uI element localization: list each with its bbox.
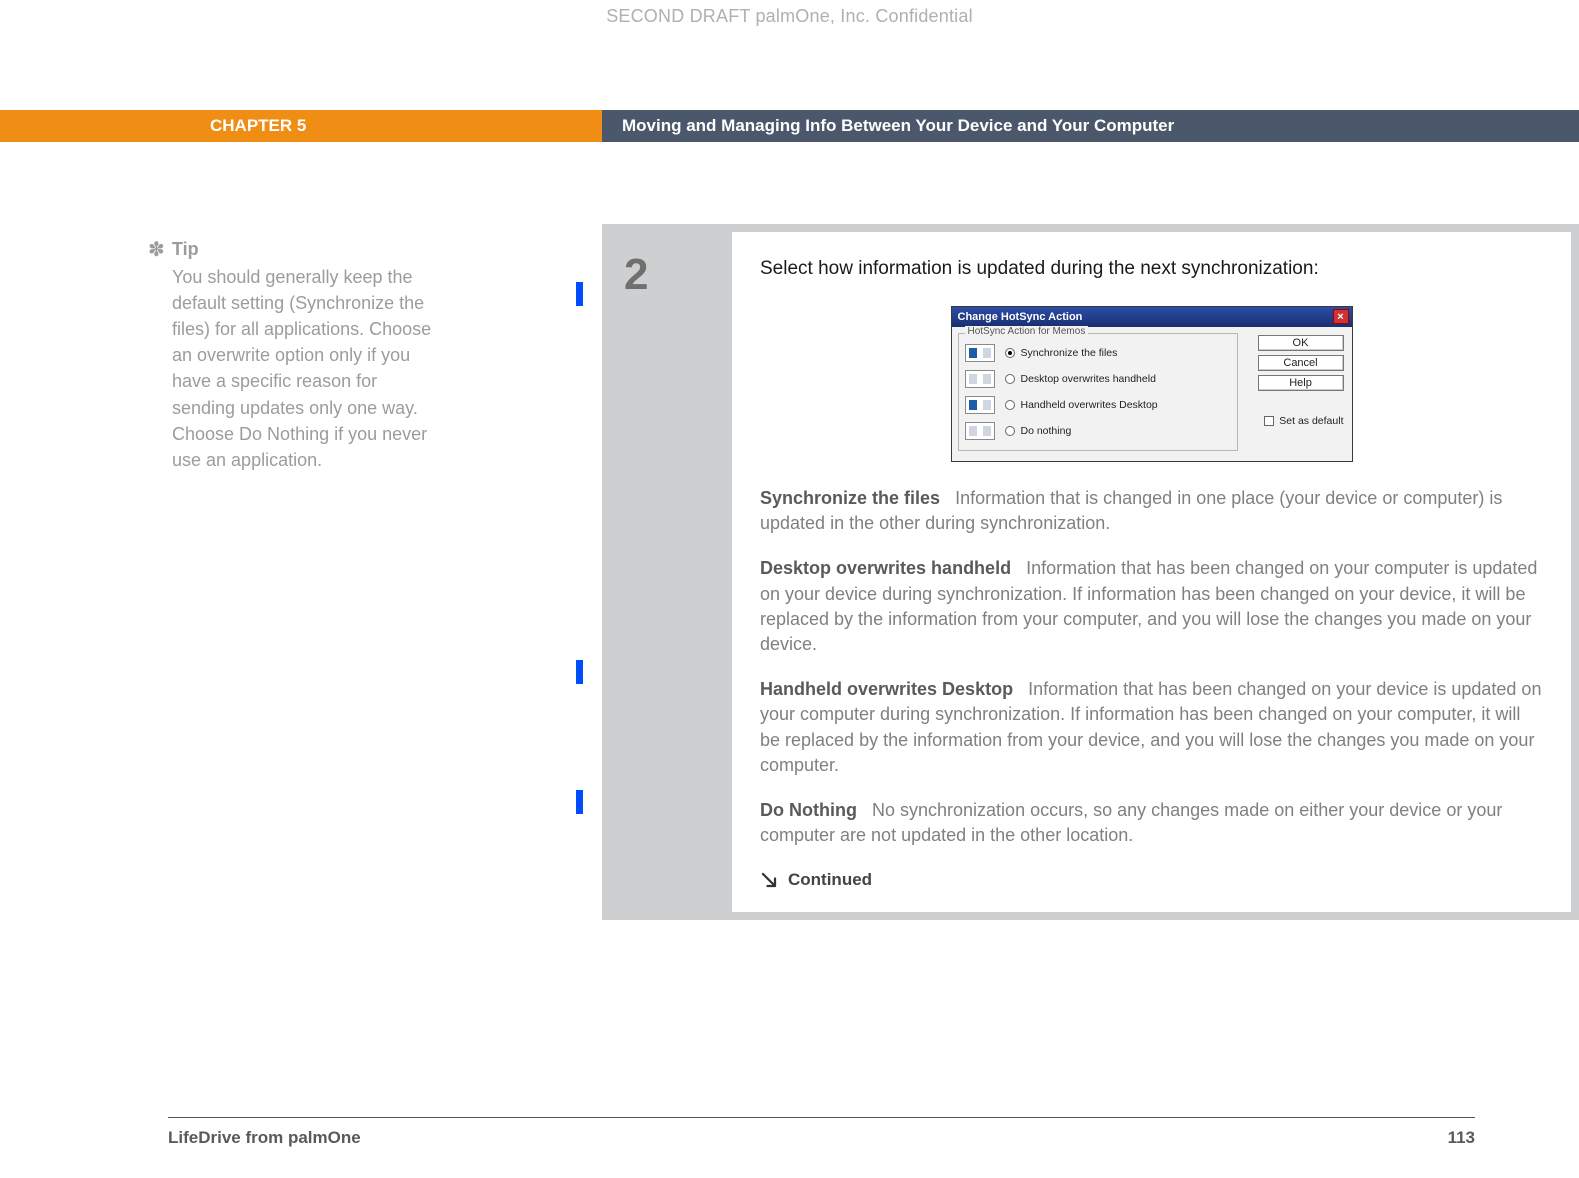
cancel-button[interactable]: Cancel — [1258, 355, 1344, 371]
step-lead: Select how information is updated during… — [760, 258, 1543, 280]
continued-indicator: Continued — [760, 870, 1543, 890]
tip-body: You should generally keep the default se… — [172, 267, 431, 470]
desc-handheld: Handheld overwrites Desktop Information … — [760, 677, 1543, 778]
dialog-title: Change HotSync Action — [958, 311, 1083, 323]
dialog-title-bar: Change HotSync Action × — [952, 307, 1352, 327]
footer-rule — [168, 1117, 1475, 1118]
chapter-title: Moving and Managing Info Between Your De… — [602, 110, 1579, 142]
radio-icon[interactable] — [1005, 426, 1015, 436]
desc-label: Synchronize the files — [760, 488, 940, 508]
desc-label: Handheld overwrites Desktop — [760, 679, 1013, 699]
set-default-checkbox[interactable]: Set as default — [1264, 415, 1343, 427]
continued-label: Continued — [788, 870, 872, 890]
radio-icon[interactable] — [1005, 374, 1015, 384]
sync-direction-icon — [965, 396, 995, 414]
step-container: 2 Select how information is updated duri… — [602, 224, 1579, 920]
close-icon[interactable]: × — [1333, 309, 1349, 324]
step-number-cell: 2 — [610, 232, 732, 912]
option-row-nothing[interactable]: Do nothing — [965, 418, 1231, 444]
confidential-header: SECOND DRAFT palmOne, Inc. Confidential — [0, 6, 1579, 27]
page-footer: LifeDrive from palmOne 113 — [168, 1128, 1475, 1148]
step-number: 2 — [624, 250, 732, 300]
revision-bar-icon — [576, 282, 583, 306]
option-row-sync[interactable]: Synchronize the files — [965, 340, 1231, 366]
footer-page-number: 113 — [1448, 1128, 1475, 1148]
page: SECOND DRAFT palmOne, Inc. Confidential … — [0, 0, 1579, 1178]
option-label: Do nothing — [1021, 425, 1072, 437]
step-body: Select how information is updated during… — [732, 232, 1571, 912]
dialog-screenshot: Change HotSync Action × HotSync Action f… — [760, 306, 1543, 462]
desc-text: No synchronization occurs, so any change… — [760, 800, 1502, 845]
chapter-banner: CHAPTER 5 Moving and Managing Info Betwe… — [0, 110, 1579, 142]
radio-icon[interactable] — [1005, 400, 1015, 410]
desc-nothing: Do Nothing No synchronization occurs, so… — [760, 798, 1543, 848]
sync-direction-icon — [965, 370, 995, 388]
tip-label: Tip — [172, 236, 432, 262]
sync-direction-icon — [965, 344, 995, 362]
radio-icon[interactable] — [1005, 348, 1015, 358]
continued-arrow-icon — [760, 871, 778, 889]
sync-direction-icon — [965, 422, 995, 440]
option-label: Desktop overwrites handheld — [1021, 373, 1156, 385]
chapter-label: CHAPTER 5 — [0, 110, 602, 142]
desc-desktop: Desktop overwrites handheld Information … — [760, 556, 1543, 657]
option-label: Synchronize the files — [1021, 347, 1118, 359]
dialog-legend: HotSync Action for Memos — [965, 326, 1089, 337]
checkbox-icon[interactable] — [1264, 416, 1274, 426]
revision-bar-icon — [576, 660, 583, 684]
set-default-label: Set as default — [1279, 415, 1343, 427]
help-button[interactable]: Help — [1258, 375, 1344, 391]
ok-button[interactable]: OK — [1258, 335, 1344, 351]
change-hotsync-dialog: Change HotSync Action × HotSync Action f… — [951, 306, 1353, 462]
tip-asterisk-icon: ✽ — [148, 236, 165, 265]
sidebar-tip: ✽ Tip You should generally keep the defa… — [172, 236, 432, 473]
revision-bar-icon — [576, 790, 583, 814]
desc-label: Desktop overwrites handheld — [760, 558, 1011, 578]
footer-product: LifeDrive from palmOne — [168, 1128, 361, 1148]
option-label: Handheld overwrites Desktop — [1021, 399, 1158, 411]
option-row-desktop[interactable]: Desktop overwrites handheld — [965, 366, 1231, 392]
desc-sync: Synchronize the files Information that i… — [760, 486, 1543, 536]
dialog-group: HotSync Action for Memos Synchronize the… — [958, 333, 1238, 451]
option-row-handheld[interactable]: Handheld overwrites Desktop — [965, 392, 1231, 418]
desc-label: Do Nothing — [760, 800, 857, 820]
